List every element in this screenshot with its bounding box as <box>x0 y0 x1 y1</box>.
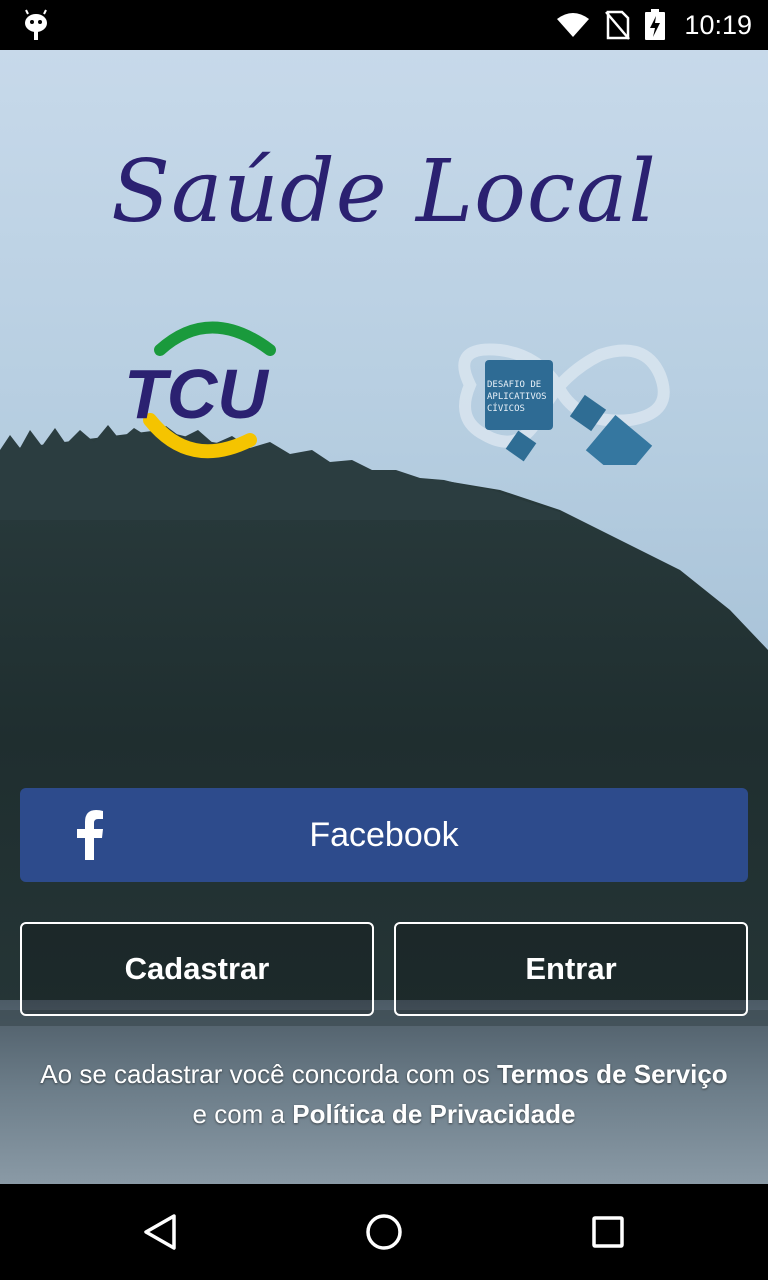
privacy-policy-link[interactable]: Política de Privacidade <box>292 1099 575 1129</box>
no-sim-icon <box>605 10 631 40</box>
login-button[interactable]: Entrar <box>394 922 748 1016</box>
terms-prefix: Ao se cadastrar você concorda com os <box>40 1059 497 1089</box>
navigation-bar <box>0 1184 768 1280</box>
svg-text:DESAFIO DE: DESAFIO DE <box>487 380 541 390</box>
facebook-login-button[interactable]: Facebook <box>20 788 748 882</box>
status-bar: 10:19 <box>0 0 768 50</box>
recent-apps-icon[interactable] <box>588 1212 628 1252</box>
facebook-icon <box>77 810 103 860</box>
battery-charging-icon <box>645 9 666 40</box>
svg-text:TCU: TCU <box>124 355 269 433</box>
privacy-prefix: e com a <box>192 1099 293 1129</box>
svg-text:CÍVICOS: CÍVICOS <box>487 402 525 414</box>
register-button[interactable]: Cadastrar <box>20 922 374 1016</box>
login-button-label: Entrar <box>525 951 617 986</box>
wifi-icon <box>557 13 590 37</box>
svg-text:APLICATIVOS: APLICATIVOS <box>487 392 547 402</box>
desafio-aplicativos-civicos-logo: DESAFIO DE APLICATIVOS CÍVICOS <box>458 343 670 465</box>
android-debug-icon <box>25 9 47 40</box>
facebook-button-label: Facebook <box>309 815 459 854</box>
register-button-label: Cadastrar <box>124 951 270 986</box>
login-screen: Saúde Local TCU DESAFIO DE APLICATIVOS C… <box>0 50 768 1184</box>
tcu-logo: TCU <box>124 321 276 459</box>
back-icon[interactable] <box>140 1212 180 1252</box>
home-icon[interactable] <box>364 1212 404 1252</box>
terms-notice: Ao se cadastrar você concorda com os Ter… <box>0 1054 768 1134</box>
app-title: Saúde Local <box>111 142 657 242</box>
terms-of-service-link[interactable]: Termos de Serviço <box>497 1059 728 1089</box>
status-clock: 10:19 <box>684 9 752 40</box>
